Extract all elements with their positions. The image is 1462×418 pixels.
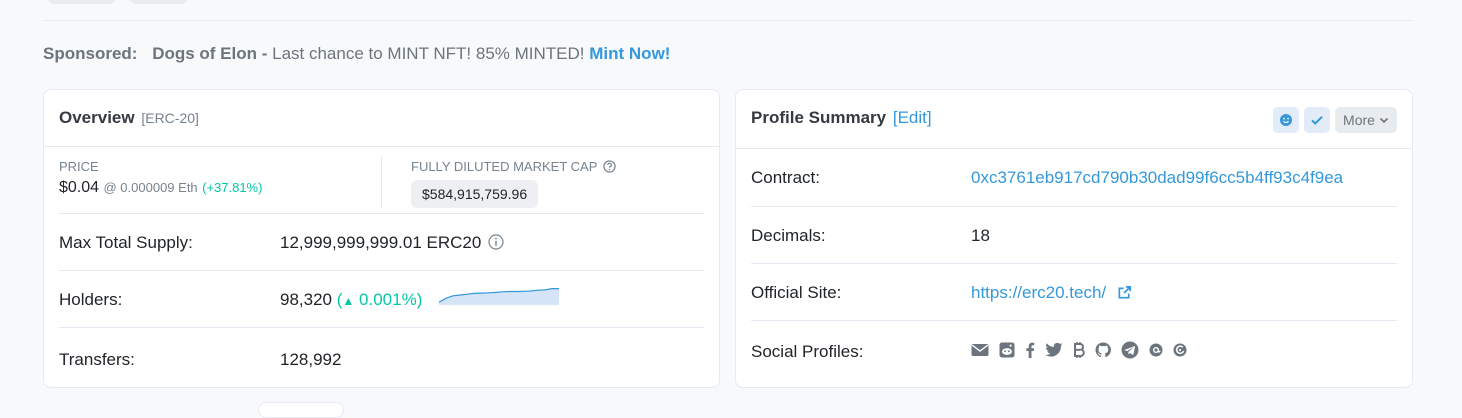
price-eth: @ 0.000009 Eth <box>103 180 198 195</box>
price-block: PRICE $0.04 @ 0.000009 Eth (+37.81%) <box>59 159 262 197</box>
verified-button[interactable] <box>1304 107 1330 133</box>
contract-label: Contract: <box>751 168 820 187</box>
github-icon[interactable] <box>1095 342 1111 358</box>
vertical-divider <box>381 156 382 208</box>
contract-address-link[interactable]: 0xc3761eb917cd790b30dad99f6cc5b4ff93c4f9… <box>971 168 1343 188</box>
decimals-row: Decimals: 18 <box>751 206 1397 263</box>
market-cap-block: FULLY DILUTED MARKET CAP $584,915,759.96 <box>411 159 616 208</box>
facebook-icon[interactable] <box>1025 342 1035 358</box>
reddit-icon[interactable] <box>999 342 1015 358</box>
more-label: More <box>1343 112 1375 128</box>
holders-change: 0.001% <box>359 290 417 309</box>
mint-now-link[interactable]: Mint Now! <box>589 44 670 63</box>
price-value: $0.04 <box>59 179 100 196</box>
official-site-row: Official Site: https://erc20.tech/ <box>751 263 1397 320</box>
holders-row: Holders: 98,320 (▲ 0.001%) <box>59 270 704 327</box>
medium-icon[interactable] <box>1149 343 1163 357</box>
holders-label: Holders: <box>59 290 123 309</box>
transfers-label: Transfers: <box>59 350 135 369</box>
token-type: [ERC-20] <box>141 110 199 126</box>
profile-header: Profile Summary [Edit] More <box>736 90 1412 149</box>
overview-header: Overview [ERC-20] <box>44 90 719 147</box>
social-profiles-label: Social Profiles: <box>751 342 864 361</box>
smile-icon <box>1280 114 1292 126</box>
sparkline-area <box>439 288 559 305</box>
max-supply-label: Max Total Supply: <box>59 233 193 252</box>
top-tab-partial[interactable] <box>129 0 189 4</box>
decimals-label: Decimals: <box>751 226 826 245</box>
official-site-label: Official Site: <box>751 283 842 302</box>
official-site-link[interactable]: https://erc20.tech/ <box>971 283 1106 302</box>
transfers-value: 128,992 <box>280 350 342 369</box>
official-site-wrap: https://erc20.tech/ <box>971 283 1132 305</box>
sponsor-text: Last chance to MINT NFT! 85% MINTED! <box>272 44 585 63</box>
holders-change-wrap: (▲ 0.001%) <box>336 290 423 309</box>
overview-title-text: Overview <box>59 108 135 127</box>
divider <box>43 20 1413 21</box>
caret-up-icon: ▲ <box>342 294 355 308</box>
max-supply-value: 12,999,999,999.01 ERC20 <box>280 233 482 252</box>
sponsor-name: Dogs of Elon <box>152 44 258 63</box>
bitcointalk-icon[interactable] <box>1073 342 1085 358</box>
social-icons <box>971 341 1187 359</box>
reputation-button[interactable] <box>1273 107 1299 133</box>
market-cap-value: $584,915,759.96 <box>411 180 539 208</box>
email-icon[interactable] <box>971 342 989 358</box>
twitter-icon[interactable] <box>1045 342 1063 358</box>
social-profiles-row: Social Profiles: <box>751 320 1397 380</box>
holders-sparkline <box>439 288 559 305</box>
info-circle-icon[interactable] <box>488 234 504 255</box>
market-cap-label: FULLY DILUTED MARKET CAP <box>411 159 598 174</box>
profile-summary-card: Profile Summary [Edit] More Contract: 0x… <box>735 89 1413 388</box>
question-circle-icon[interactable] <box>603 160 616 176</box>
profile-title: Profile Summary [Edit] <box>751 108 932 128</box>
coinmarketcap-icon[interactable] <box>1173 343 1187 357</box>
check-icon <box>1311 116 1323 125</box>
overview-card: Overview [ERC-20] PRICE $0.04 @ 0.000009… <box>43 89 720 388</box>
price-label: PRICE <box>59 159 99 174</box>
edit-link[interactable]: [Edit] <box>893 108 932 127</box>
sponsored-banner: Sponsored: Dogs of Elon - Last chance to… <box>43 44 670 64</box>
overview-title: Overview [ERC-20] <box>59 108 199 128</box>
chevron-down-icon <box>1379 117 1389 124</box>
price-change: (+37.81%) <box>202 180 263 195</box>
contract-row: Contract: 0xc3761eb917cd790b30dad99f6cc5… <box>751 149 1397 206</box>
holders-value: 98,320 <box>280 290 332 309</box>
max-supply-row: Max Total Supply: 12,999,999,999.01 ERC2… <box>59 213 704 270</box>
transfers-row: Transfers: 128,992 <box>59 327 704 387</box>
external-link-icon[interactable] <box>1117 285 1132 305</box>
max-supply-value-wrap: 12,999,999,999.01 ERC20 <box>280 233 504 255</box>
holders-value-wrap: 98,320 (▲ 0.001%) <box>280 290 422 310</box>
sponsored-label: Sponsored: <box>43 44 138 63</box>
telegram-icon[interactable] <box>1121 341 1139 359</box>
market-cap-label-row: FULLY DILUTED MARKET CAP <box>411 159 616 176</box>
sponsor-separator: - <box>257 44 273 63</box>
price-line: $0.04 @ 0.000009 Eth (+37.81%) <box>59 179 262 197</box>
top-tab-partial[interactable] <box>47 0 117 4</box>
decimals-value: 18 <box>971 226 990 245</box>
profile-title-text: Profile Summary <box>751 108 887 127</box>
more-dropdown-button[interactable]: More <box>1335 107 1397 133</box>
bottom-tab-partial[interactable] <box>258 402 344 418</box>
